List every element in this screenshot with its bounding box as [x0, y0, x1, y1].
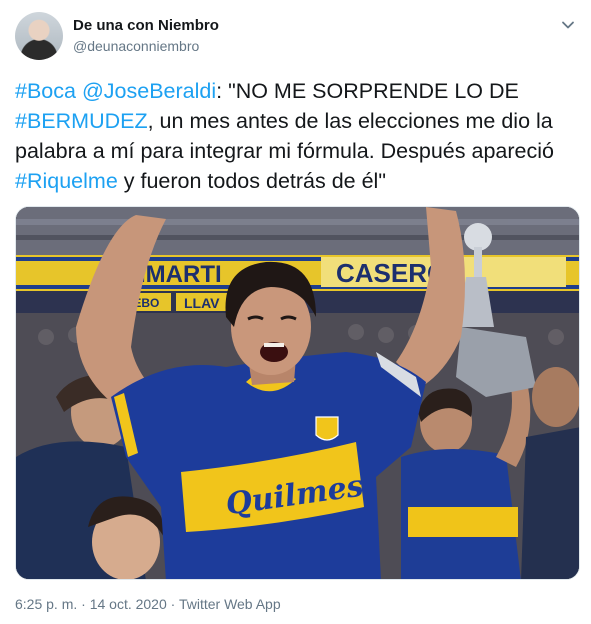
tweet-link[interactable]: #Boca — [15, 79, 76, 103]
banner-text-lower: LLAV — [184, 295, 220, 311]
tweet-photo[interactable]: ANMARTI CASEROS ACEBO LLAV — [15, 206, 580, 580]
tweet-link[interactable]: @JoseBeraldi — [82, 79, 216, 103]
tweet-link[interactable]: #BERMUDEZ — [15, 109, 148, 133]
tweet-text-segment: : "NO ME SORPRENDE LO DE — [216, 79, 519, 103]
chevron-down-icon[interactable] — [557, 14, 579, 36]
tweet-header: De una con Niembro @deunaconniembro — [15, 12, 581, 62]
tweet-timestamp[interactable]: 6:25 p. m. · 14 oct. 2020 · Twitter Web … — [15, 596, 281, 612]
avatar[interactable] — [15, 12, 63, 60]
author-handle[interactable]: @deunaconniembro — [73, 38, 199, 54]
tweet-text-segment: y fueron todos detrás de él" — [117, 169, 386, 193]
tweet: De una con Niembro @deunaconniembro #Boc… — [0, 0, 591, 624]
tweet-link[interactable]: #Riquelme — [15, 169, 118, 193]
photo-scene: ANMARTI CASEROS ACEBO LLAV — [16, 207, 579, 579]
author-name[interactable]: De una con Niembro — [73, 17, 219, 34]
tweet-text: #Boca @JoseBeraldi: "NO ME SORPRENDE LO … — [15, 76, 575, 196]
